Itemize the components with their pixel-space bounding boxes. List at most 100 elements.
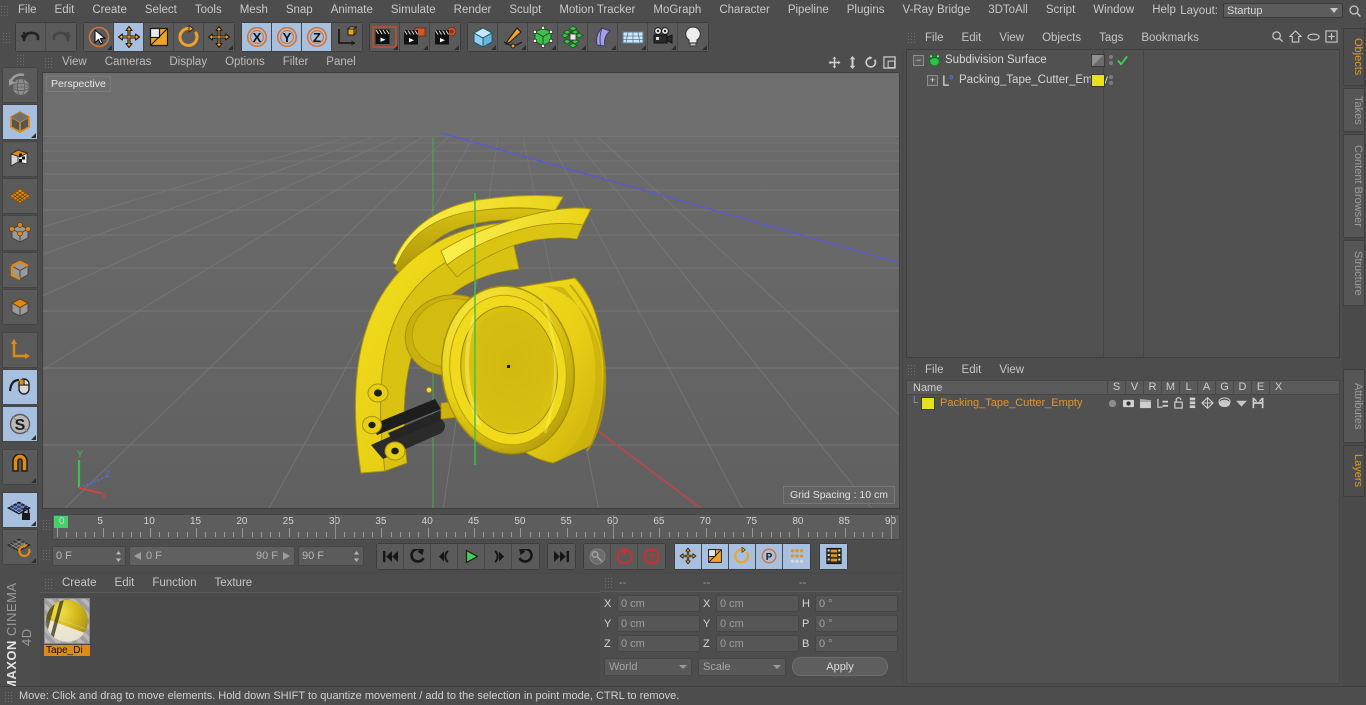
current-frame-field[interactable]: 0 F (52, 546, 126, 566)
expand-icon[interactable] (1325, 30, 1338, 43)
status-grip[interactable] (4, 690, 13, 702)
expression-icon[interactable] (1235, 398, 1248, 408)
add-light-button[interactable] (678, 23, 708, 51)
material-menu-edit[interactable]: Edit (106, 573, 144, 593)
layout-select[interactable]: Startup (1223, 3, 1343, 18)
soft-selection-button[interactable]: S (2, 406, 38, 442)
move-tool[interactable] (114, 23, 144, 51)
add-array-button[interactable] (558, 23, 588, 51)
play-button[interactable] (458, 543, 485, 569)
record-keyframe-button[interactable] (611, 543, 638, 569)
play-backwards-button[interactable] (404, 543, 431, 569)
viewport-grip[interactable] (44, 57, 53, 68)
render-clapper-icon[interactable] (1139, 398, 1152, 409)
menu-plugins[interactable]: Plugins (838, 0, 894, 21)
tab-attributes[interactable]: Attributes (1343, 369, 1365, 443)
search-icon[interactable] (1348, 4, 1362, 18)
pos-y-field[interactable]: 0 cm (617, 615, 700, 632)
menu-render[interactable]: Render (445, 0, 501, 21)
world-object-coord-toggle[interactable] (332, 23, 362, 51)
viewport-menu-cameras[interactable]: Cameras (96, 53, 161, 72)
om-menu-bookmarks[interactable]: Bookmarks (1132, 28, 1208, 48)
rot-p-field[interactable]: 0 ° (815, 615, 898, 632)
record-position-button[interactable] (675, 543, 702, 569)
material-item[interactable]: Tape_Di (44, 598, 90, 656)
visibility-dots[interactable] (1109, 55, 1113, 65)
scale-tool[interactable] (144, 23, 174, 51)
add-camera-button[interactable] (648, 23, 678, 51)
menu-help[interactable]: Help (1143, 0, 1185, 21)
rotate-view-icon[interactable] (864, 56, 877, 69)
record-pla-button[interactable] (783, 543, 810, 569)
menu-select[interactable]: Select (136, 0, 186, 21)
left-toolbar-grip[interactable] (15, 54, 25, 65)
timeline-grip-2[interactable] (42, 549, 51, 560)
view-eye-icon[interactable] (1122, 398, 1135, 409)
timeline-view-button[interactable] (820, 543, 847, 569)
lock-icon[interactable] (1173, 397, 1184, 409)
search-icon[interactable] (1271, 30, 1284, 43)
render-region-button[interactable] (400, 23, 430, 51)
size-y-field[interactable]: 0 cm (716, 615, 799, 632)
toolbar-grip[interactable] (2, 31, 11, 43)
menu-animate[interactable]: Animate (322, 0, 382, 21)
viewport-3d[interactable]: Perspective Y Z X Grid Spacing: 10 cm (42, 72, 900, 509)
maximize-view-icon[interactable] (883, 56, 896, 69)
om-menu-edit[interactable]: Edit (953, 28, 991, 48)
deformer-icon[interactable] (1218, 397, 1231, 409)
material-list[interactable]: Tape_Di (40, 594, 600, 686)
visibility-dots[interactable] (1109, 75, 1113, 85)
size-z-field[interactable]: 0 cm (716, 635, 799, 652)
previous-frame-button[interactable] (431, 543, 458, 569)
menu-pipeline[interactable]: Pipeline (779, 0, 838, 21)
z-axis-lock[interactable]: Z (302, 23, 332, 51)
tab-layers[interactable]: Layers (1343, 445, 1365, 497)
viewport-menu-filter[interactable]: Filter (274, 53, 318, 72)
tab-content-browser[interactable]: Content Browser (1343, 134, 1365, 238)
add-generator-button[interactable] (528, 23, 558, 51)
object-tag-swatch[interactable] (1091, 53, 1105, 67)
tree-expand-toggle[interactable]: − (913, 54, 924, 66)
point-mode-button[interactable] (2, 215, 38, 251)
menu-edit[interactable]: Edit (46, 0, 84, 21)
menu-simulate[interactable]: Simulate (382, 0, 445, 21)
menu-window[interactable]: Window (1084, 0, 1143, 21)
animation-bars-icon[interactable] (1188, 397, 1197, 409)
redo-button[interactable] (46, 23, 76, 51)
object-axis-button[interactable] (2, 332, 38, 368)
menu-create[interactable]: Create (83, 0, 136, 21)
lm-menu-file[interactable]: File (916, 360, 953, 380)
menubar-grip[interactable] (0, 5, 9, 16)
tab-structure[interactable]: Structure (1343, 240, 1365, 306)
next-frame-button[interactable] (485, 543, 512, 569)
lm-menu-edit[interactable]: Edit (953, 360, 991, 380)
layer-list[interactable]: └ Packing_Tape_Cutter_Empty (906, 395, 1340, 684)
object-row-packing-tape-cutter-empty[interactable]: + 0 Packing_Tape_Cutter_Empty (907, 70, 1339, 90)
solo-dot-icon[interactable] (1107, 398, 1118, 409)
xpresso-icon[interactable] (1252, 397, 1264, 409)
om-menu-tags[interactable]: Tags (1090, 28, 1132, 48)
undo-view-button[interactable] (2, 67, 38, 103)
layer-row[interactable]: └ Packing_Tape_Cutter_Empty (907, 395, 1339, 411)
y-axis-lock[interactable]: Y (272, 23, 302, 51)
texture-mode-button[interactable] (2, 141, 38, 177)
workplane-lock-button[interactable] (2, 492, 38, 528)
planar-rotate-button[interactable] (2, 529, 38, 565)
undo-button[interactable] (16, 23, 46, 51)
layer-manager-grip[interactable] (907, 364, 916, 375)
spinner-icon[interactable] (115, 550, 122, 563)
record-scale-button[interactable] (702, 543, 729, 569)
material-grip[interactable] (44, 577, 53, 589)
model-mode-button[interactable] (2, 104, 38, 140)
pos-x-field[interactable]: 0 cm (617, 595, 700, 612)
end-frame-field[interactable]: 90 F (298, 546, 364, 566)
apply-button[interactable]: Apply (792, 657, 888, 676)
x-axis-lock[interactable]: X (242, 23, 272, 51)
eye-icon[interactable] (1307, 32, 1320, 42)
om-menu-file[interactable]: File (916, 28, 953, 48)
dynamic-place-tool[interactable] (204, 23, 234, 51)
rot-h-field[interactable]: 0 ° (815, 595, 898, 612)
tab-takes[interactable]: Takes (1343, 88, 1365, 132)
enable-axis-button[interactable] (2, 369, 38, 405)
timeline-ruler[interactable]: 051015202530354045505560657075808590 (52, 514, 900, 540)
